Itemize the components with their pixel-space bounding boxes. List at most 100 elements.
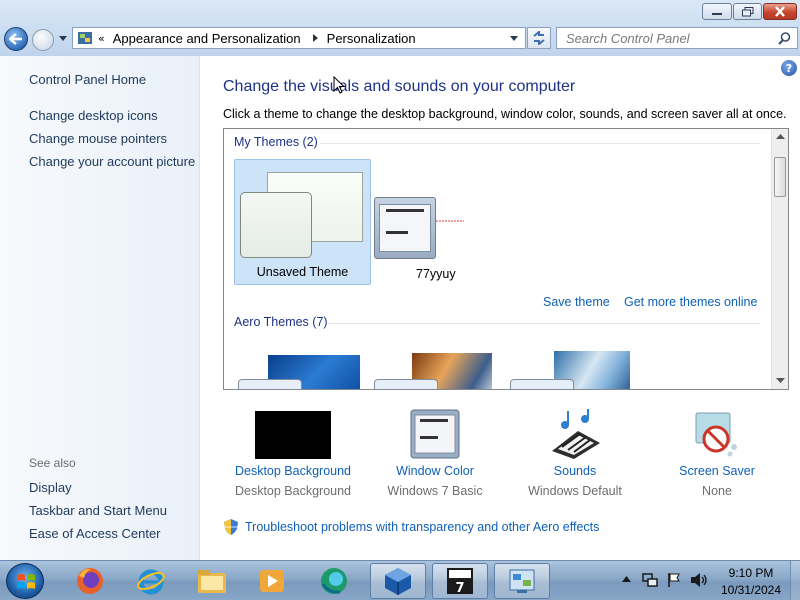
search-icon[interactable]: [778, 32, 791, 45]
forward-button[interactable]: [32, 29, 54, 51]
edge-taskbar-button[interactable]: [306, 563, 362, 599]
option-label[interactable]: Window Color: [365, 464, 505, 478]
mouse-cursor-icon: [333, 76, 345, 94]
volume-icon[interactable]: [690, 572, 708, 588]
svg-text:7: 7: [455, 581, 464, 596]
media-player-icon: [260, 570, 284, 592]
my-themes-header[interactable]: My Themes (2): [234, 135, 318, 149]
vertical-scrollbar[interactable]: [771, 129, 788, 389]
desktop-background-option[interactable]: Desktop Background Desktop Background: [223, 401, 363, 501]
clock-time[interactable]: 9:10 PM: [716, 566, 786, 580]
recent-pages-dropdown-icon[interactable]: [58, 33, 68, 43]
change-account-picture-link[interactable]: Change your account picture: [29, 154, 195, 169]
page-description: Click a theme to change the desktop back…: [223, 107, 787, 121]
preview-line: [386, 231, 408, 234]
group-divider: [328, 323, 760, 324]
option-value: None: [702, 484, 732, 498]
aero-theme-windows7[interactable]: [238, 349, 368, 389]
theme-thumb: [374, 197, 436, 259]
back-arrow-icon: [9, 33, 22, 45]
troubleshoot-aero-link[interactable]: Troubleshoot problems with transparency …: [245, 520, 599, 534]
breadcrumb-appearance[interactable]: Appearance and Personalization: [113, 31, 301, 46]
network-icon[interactable]: [642, 572, 658, 588]
save-theme-link[interactable]: Save theme: [543, 295, 610, 309]
aero-theme-architecture[interactable]: [374, 349, 504, 389]
address-bar[interactable]: « Appearance and Personalization Persona…: [72, 27, 526, 49]
restore-icon: [741, 6, 753, 16]
windows-logo-icon: [17, 574, 35, 589]
refresh-button[interactable]: [527, 27, 551, 49]
aero-theme-characters[interactable]: [510, 349, 640, 389]
theme-item-unsaved[interactable]: Unsaved Theme: [234, 159, 371, 285]
theme-name: Unsaved Theme: [256, 265, 349, 279]
address-dropdown-icon[interactable]: [509, 35, 519, 43]
window-color-option[interactable]: Window Color Windows 7 Basic: [365, 401, 505, 501]
folder-icon: [198, 570, 226, 593]
sounds-icon: [552, 409, 600, 459]
clock-date[interactable]: 10/31/2024: [716, 583, 786, 597]
refresh-icon: [533, 31, 545, 45]
display-link[interactable]: Display: [29, 480, 72, 495]
7zip-taskbar-button[interactable]: 7: [432, 563, 488, 599]
taskbar: 7 9:10 PM 10/31/2024: [0, 560, 800, 600]
theme-thumb-front: [238, 379, 302, 389]
taskbar-start-menu-link[interactable]: Taskbar and Start Menu: [29, 503, 167, 518]
option-label[interactable]: Desktop Background: [223, 464, 363, 478]
minimize-button[interactable]: [702, 3, 732, 20]
minimize-icon: [712, 12, 722, 15]
internet-explorer-icon: [137, 569, 165, 595]
scroll-thumb[interactable]: [774, 157, 786, 197]
ease-of-access-link[interactable]: Ease of Access Center: [29, 526, 161, 541]
task-pane: Control Panel Home Change desktop icons …: [0, 56, 200, 560]
maximize-button[interactable]: [733, 3, 762, 20]
search-box[interactable]: [556, 27, 798, 49]
sounds-option[interactable]: Sounds Windows Default: [505, 401, 645, 501]
control-panel-taskbar-button[interactable]: [494, 563, 550, 599]
preview-titlebar: [386, 209, 424, 212]
media-player-taskbar-button[interactable]: [244, 563, 300, 599]
action-center-flag-icon[interactable]: [667, 572, 681, 588]
back-button[interactable]: [4, 27, 28, 51]
virtualbox-icon: [385, 568, 411, 595]
internet-explorer-taskbar-button[interactable]: [123, 563, 179, 599]
breadcrumb-personalization[interactable]: Personalization: [327, 31, 416, 46]
see-also-heading: See also: [29, 456, 76, 470]
group-divider: [320, 143, 760, 144]
control-panel-icon: [509, 569, 535, 593]
change-desktop-icons-link[interactable]: Change desktop icons: [29, 108, 158, 123]
theme-name: 77yyuy: [416, 267, 456, 281]
close-icon: [775, 6, 785, 17]
screen-saver-icon: [695, 412, 737, 457]
theme-thumb-front: [510, 379, 574, 389]
theme-list[interactable]: My Themes (2) Unsaved Theme 77yyuy Save …: [223, 128, 789, 390]
breadcrumb-overflow[interactable]: «: [98, 32, 105, 45]
get-more-themes-link[interactable]: Get more themes online: [624, 295, 757, 309]
main-content: ? Change the visuals and sounds on your …: [201, 56, 800, 560]
shield-icon: [224, 519, 238, 535]
window-chrome: « Appearance and Personalization Persona…: [0, 0, 800, 56]
breadcrumb-separator-icon[interactable]: [309, 33, 323, 43]
help-button[interactable]: ?: [781, 60, 797, 76]
show-desktop-button[interactable]: [790, 561, 800, 600]
scroll-up-icon[interactable]: [776, 134, 785, 140]
scroll-down-icon[interactable]: [776, 378, 785, 384]
firefox-taskbar-button[interactable]: [62, 563, 118, 599]
virtualbox-taskbar-button[interactable]: [370, 563, 426, 599]
option-label[interactable]: Screen Saver: [647, 464, 787, 478]
option-value: Desktop Background: [234, 484, 352, 498]
troubleshoot-row[interactable]: Troubleshoot problems with transparency …: [223, 518, 599, 536]
theme-item-77yyuy[interactable]: 77yyuy: [374, 197, 474, 287]
screen-saver-option[interactable]: Screen Saver None: [647, 401, 787, 501]
start-button[interactable]: [6, 563, 44, 599]
show-hidden-icons-icon[interactable]: [622, 576, 631, 583]
aero-themes-header[interactable]: Aero Themes (7): [234, 315, 328, 329]
option-label[interactable]: Sounds: [505, 464, 645, 478]
option-value: Windows 7 Basic: [387, 484, 483, 498]
search-input[interactable]: [557, 28, 767, 48]
close-button[interactable]: [763, 3, 797, 20]
theme-thumb-front: [374, 379, 438, 389]
window-preview: [379, 204, 431, 252]
file-explorer-taskbar-button[interactable]: [184, 563, 240, 599]
change-mouse-pointers-link[interactable]: Change mouse pointers: [29, 131, 167, 146]
control-panel-home-link[interactable]: Control Panel Home: [29, 72, 146, 87]
